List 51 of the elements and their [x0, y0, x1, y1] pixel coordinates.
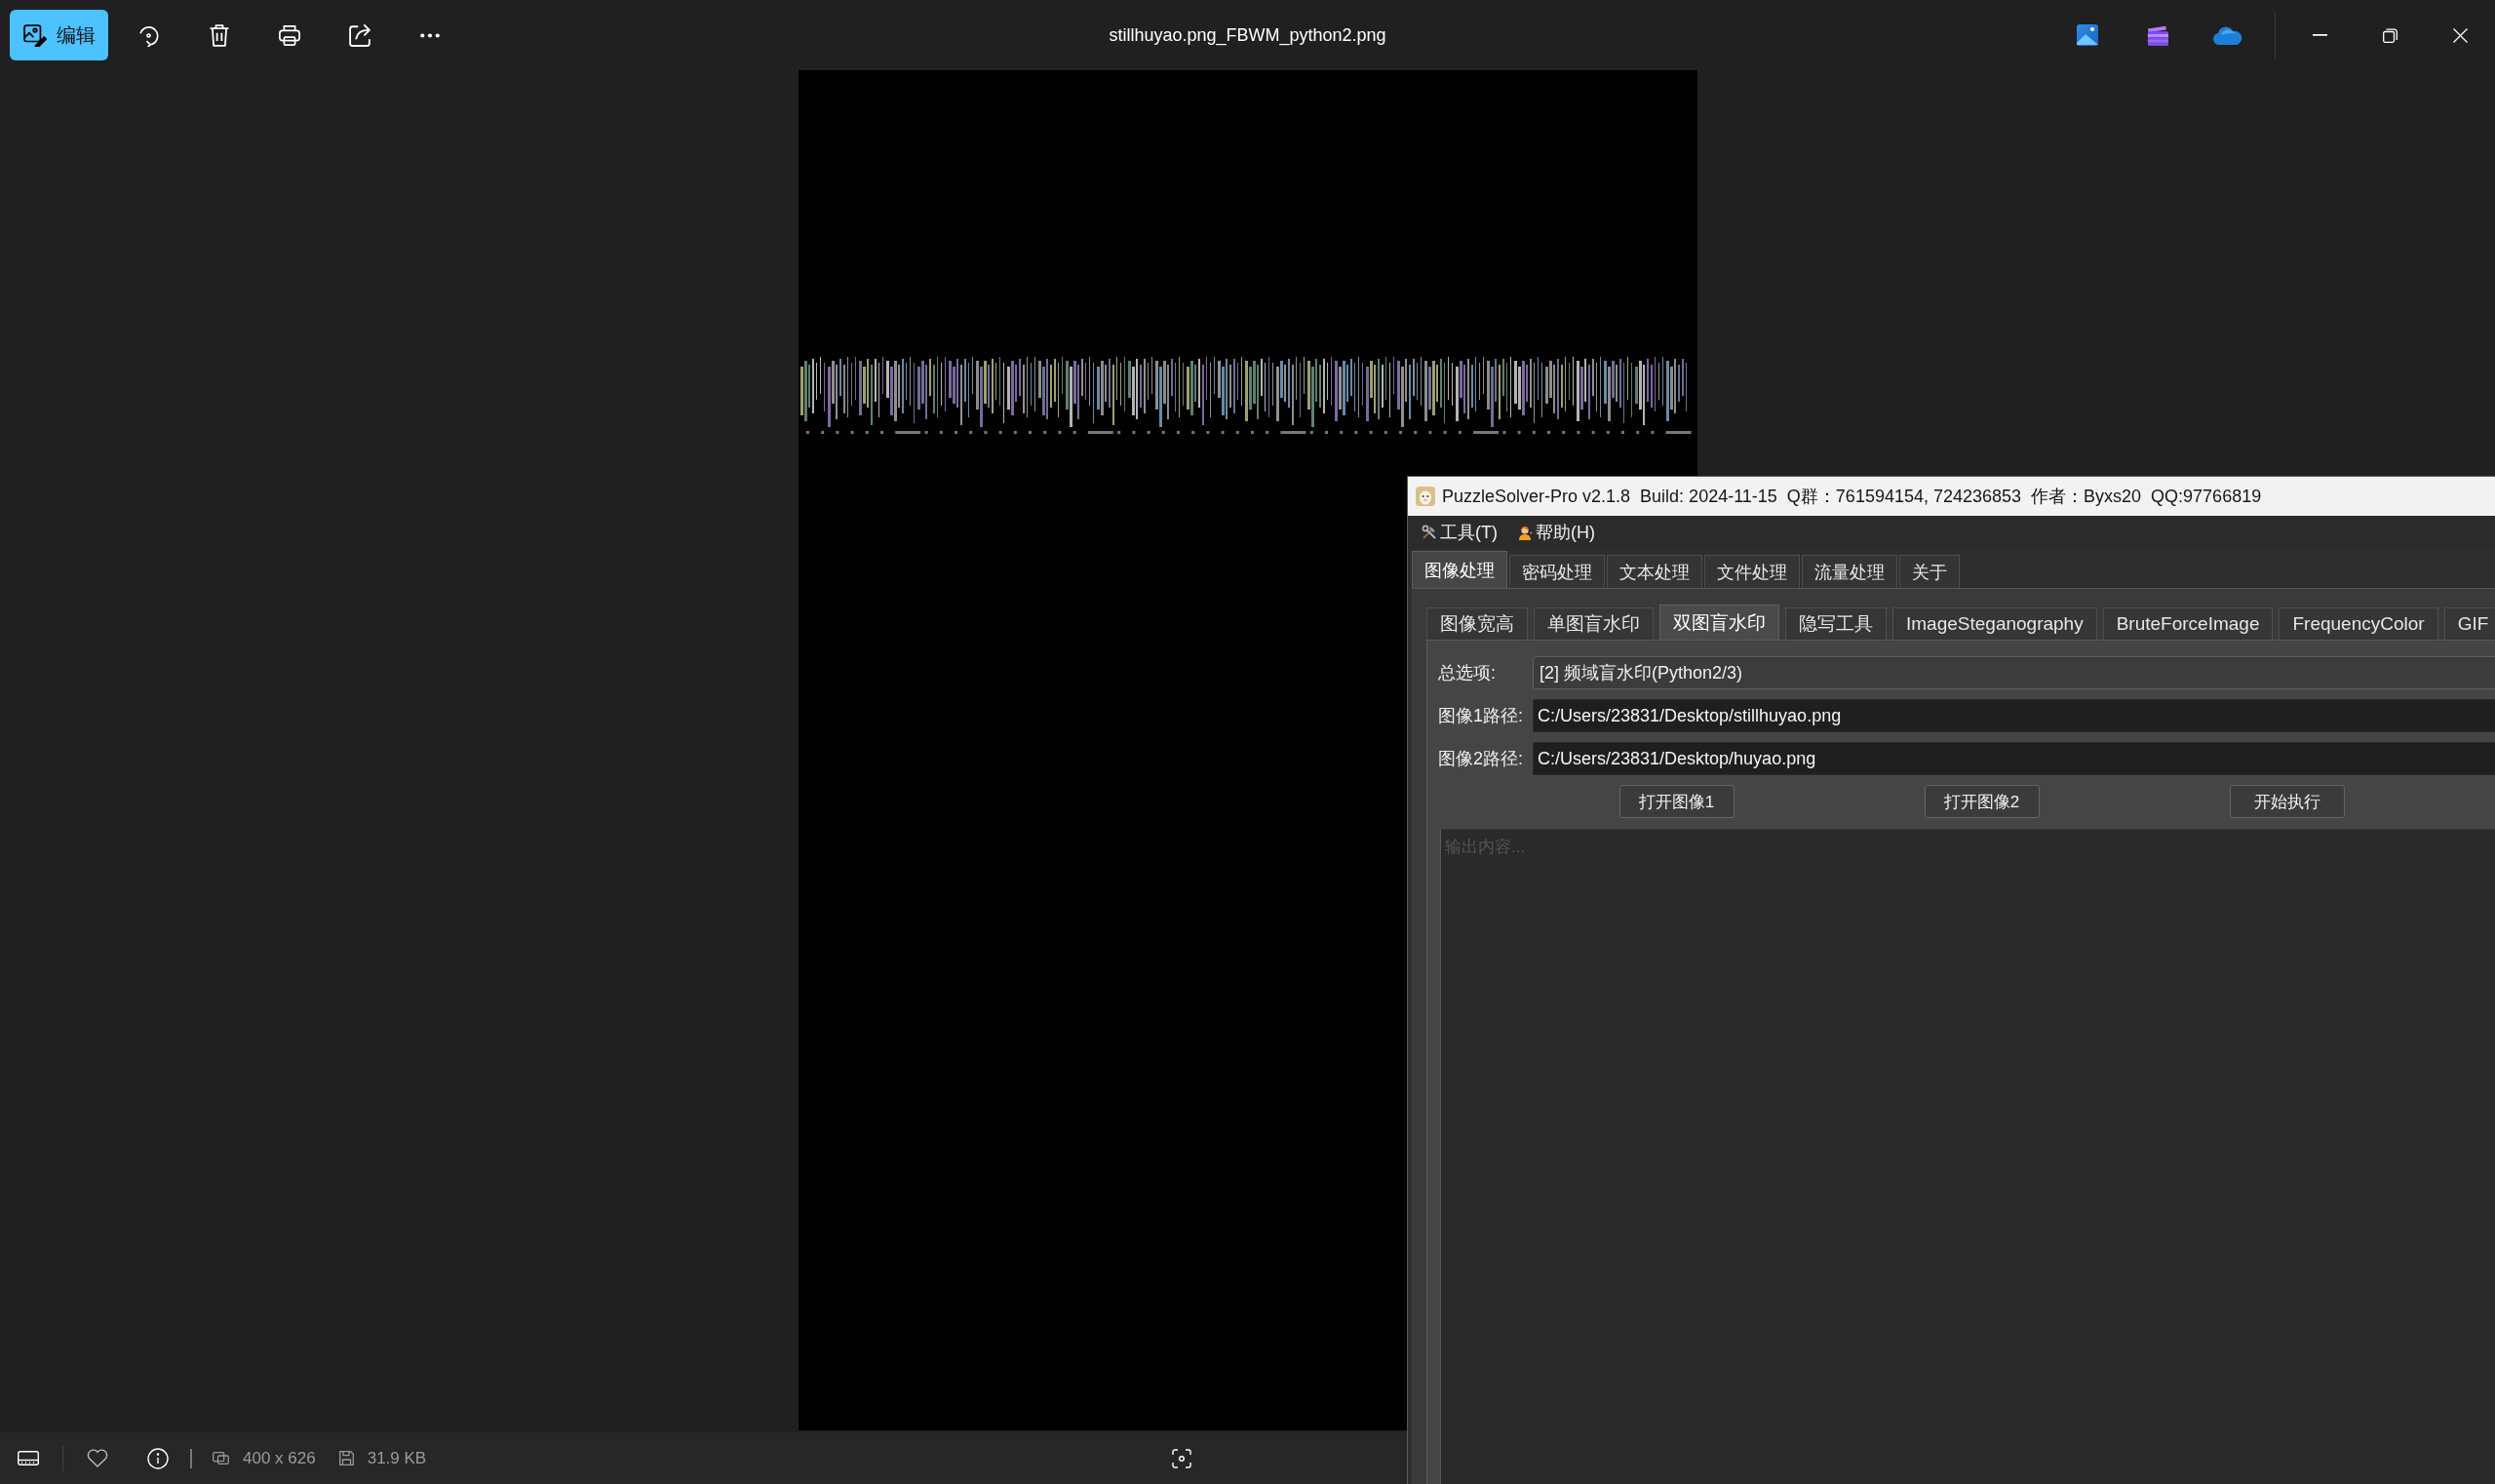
cloud-icon[interactable] — [2213, 25, 2242, 45]
menu-item[interactable]: 帮助(H) — [1517, 521, 1595, 544]
tab[interactable]: 关于 — [1899, 555, 1960, 588]
tab[interactable]: 文本处理 — [1607, 555, 1702, 588]
printer-icon[interactable] — [279, 23, 300, 47]
more-icon[interactable] — [420, 32, 440, 38]
sub-tab[interactable]: 隐写工具 — [1785, 607, 1887, 640]
close-icon[interactable] — [2452, 27, 2468, 43]
tab[interactable]: 密码处理 — [1509, 555, 1605, 588]
mode-dropdown[interactable]: [2] 频域盲水印(Python2/3) — [1533, 656, 2495, 689]
path-field[interactable]: C:/Users/23831/Desktop/stillhuyao.png — [1533, 699, 2495, 732]
person-icon — [1517, 525, 1533, 540]
floppy-disk-icon — [338, 1451, 354, 1465]
path-field[interactable]: C:/Users/23831/Desktop/huyao.png — [1533, 742, 2495, 775]
overlapping-squares-icon — [213, 1452, 229, 1464]
rotate-icon[interactable] — [138, 23, 160, 47]
sub-tab[interactable]: 单图盲水印 — [1534, 607, 1654, 640]
sub-tab[interactable]: ImageSteganography — [1892, 607, 2097, 640]
info-icon[interactable] — [147, 1447, 169, 1469]
file-name-title: stillhuyao.png_FBWM_python2.png — [1109, 24, 1386, 46]
action-button[interactable]: 打开图像2 — [1924, 785, 2040, 818]
heart-icon[interactable] — [87, 1449, 108, 1467]
filmstrip-icon[interactable] — [18, 1451, 39, 1465]
edit-button[interactable]: 编辑 — [10, 10, 108, 60]
action-button[interactable]: 打开图像1 — [1618, 785, 1735, 818]
picture-pencil-icon — [22, 23, 47, 47]
sub-tab[interactable]: 双图盲水印 — [1659, 605, 1779, 640]
sub-tab[interactable]: FrequencyColor — [2279, 607, 2438, 640]
action-button[interactable]: 开始执行 — [2229, 785, 2345, 818]
restore-icon[interactable] — [2382, 27, 2398, 43]
mountain-picture-icon[interactable] — [2077, 24, 2098, 46]
tab[interactable]: 图像处理 — [1412, 551, 1507, 588]
share-icon[interactable] — [349, 23, 370, 47]
trash-icon[interactable] — [209, 23, 230, 47]
image-dimensions: 400 x 626 — [243, 1448, 316, 1468]
sub-tab[interactable]: BruteForceImage — [2102, 607, 2274, 640]
field-label: 图像1路径: — [1438, 705, 1524, 727]
field-label: 总选项: — [1438, 662, 1497, 684]
tab[interactable]: 文件处理 — [1704, 555, 1800, 588]
minimize-icon[interactable] — [2312, 34, 2327, 36]
menu-item[interactable]: 工具(T) — [1422, 521, 1498, 544]
clapperboard-icon[interactable] — [2147, 24, 2168, 46]
field-label: 图像2路径: — [1438, 748, 1524, 770]
sub-tab[interactable]: 图像宽高 — [1426, 607, 1528, 640]
focus-frame-icon[interactable] — [1172, 1448, 1192, 1468]
sheep-icon — [1416, 487, 1435, 506]
tab[interactable]: 流量处理 — [1802, 555, 1897, 588]
file-size: 31.9 KB — [367, 1448, 427, 1468]
hammer-wrench-icon — [1422, 525, 1437, 540]
window-title: PuzzleSolver-Pro v2.1.8 Build: 2024-11-15 Q群：761594154, 724236853 作者：Byxs20 QQ:97766819 — [1442, 486, 2262, 508]
sub-tab[interactable]: GIF — [2443, 607, 2495, 640]
